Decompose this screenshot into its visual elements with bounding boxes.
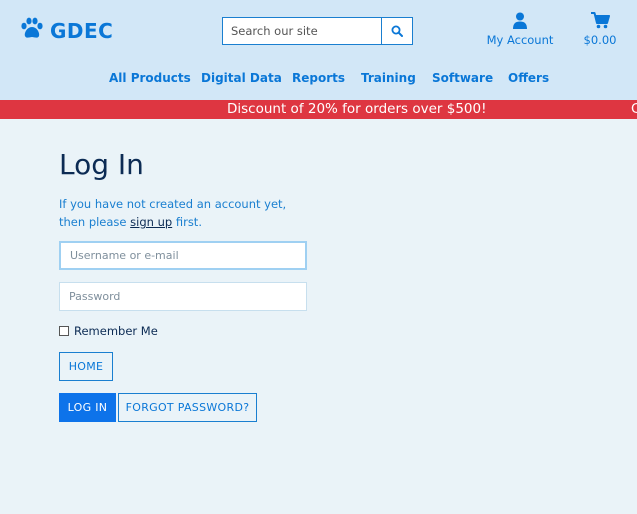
cart-total: $0.00: [583, 33, 617, 47]
promo-banner: Discount of 20% for orders over $500! C: [0, 100, 637, 119]
cart-link[interactable]: $0.00: [580, 12, 620, 47]
paw-icon: [19, 16, 45, 46]
promo-text: Discount of 20% for orders over $500!: [227, 101, 487, 117]
login-button[interactable]: LOG IN: [59, 393, 116, 422]
main-nav: All Products Digital Data Reports Traini…: [0, 71, 637, 87]
username-field[interactable]: [59, 241, 307, 270]
password-field[interactable]: [59, 282, 307, 311]
nav-item-software[interactable]: Software: [432, 71, 493, 85]
logo-text: GDEC: [50, 19, 114, 43]
logo[interactable]: GDEC: [19, 17, 113, 45]
page-title: Log In: [59, 148, 144, 181]
search-button[interactable]: [382, 17, 413, 45]
my-account-link[interactable]: My Account: [486, 12, 554, 47]
remember-me-label[interactable]: Remember Me: [74, 324, 158, 338]
search-input[interactable]: [222, 17, 382, 45]
home-button[interactable]: HOME: [59, 352, 113, 381]
nav-item-training[interactable]: Training: [361, 71, 416, 85]
search-icon: [391, 22, 403, 41]
user-icon: [486, 12, 554, 31]
search-bar: [222, 17, 413, 45]
promo-text-repeat: C: [631, 101, 637, 117]
site-header: GDEC My Account: [0, 0, 637, 100]
forgot-password-button[interactable]: FORGOT PASSWORD?: [118, 393, 257, 422]
cart-icon: [580, 12, 620, 31]
signup-prompt: If you have not created an account yet, …: [59, 195, 309, 231]
sign-up-link[interactable]: sign up: [130, 215, 172, 229]
nav-item-all-products[interactable]: All Products: [109, 71, 191, 85]
nav-item-digital-data[interactable]: Digital Data: [201, 71, 282, 85]
nav-item-reports[interactable]: Reports: [292, 71, 345, 85]
my-account-label: My Account: [486, 33, 554, 47]
remember-me-checkbox[interactable]: [59, 326, 69, 336]
nav-item-offers[interactable]: Offers: [508, 71, 549, 85]
remember-me: Remember Me: [59, 324, 158, 338]
signup-prompt-suffix: first.: [172, 215, 202, 229]
